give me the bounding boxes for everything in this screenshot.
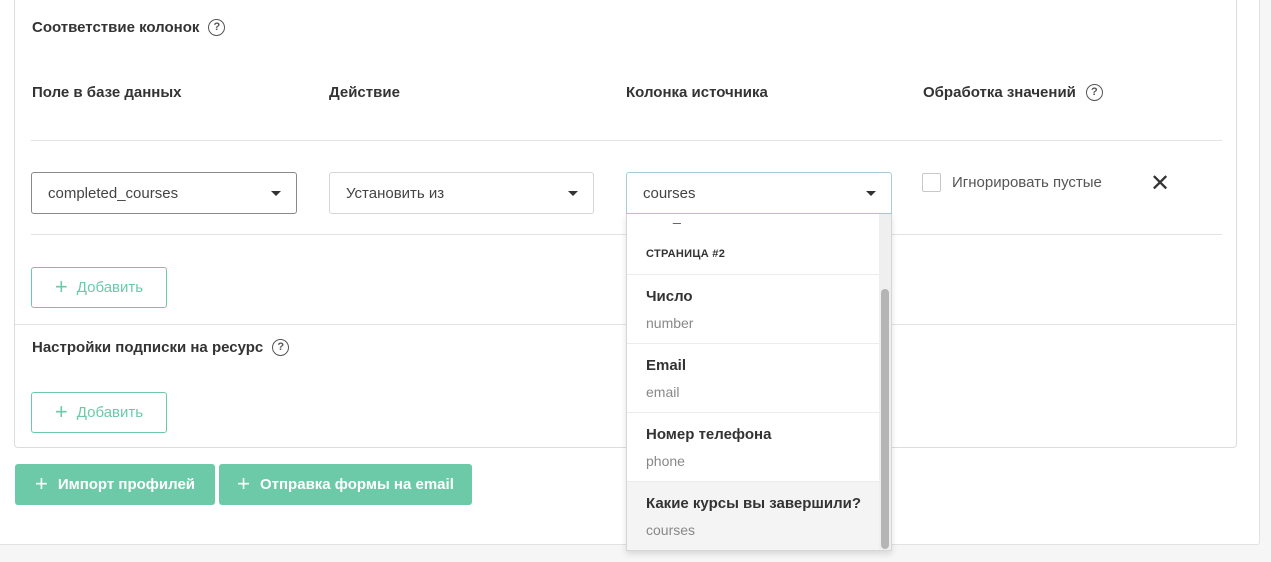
dropdown-group-label: СТРАНИЦА #2: [646, 248, 726, 260]
dropdown-scrollbar-thumb[interactable]: [881, 289, 889, 549]
divider: [31, 140, 1222, 141]
dropdown-scrollbar[interactable]: [879, 214, 891, 550]
ignore-empty-checkbox[interactable]: [922, 173, 941, 192]
dropdown-option-courses[interactable]: Какие курсы вы завершили? courses: [627, 481, 879, 550]
column-header-source-column: Колонка источника: [626, 84, 768, 101]
help-icon[interactable]: ?: [208, 19, 226, 36]
column-header-value-processing: Обработка значений ?: [923, 84, 1103, 101]
source-column-select[interactable]: courses: [626, 172, 892, 214]
caret-down-icon: [271, 191, 281, 196]
send-form-email-button[interactable]: + Отправка формы на email: [219, 464, 472, 505]
subscription-section-title: Настройки подписки на ресурс ?: [32, 339, 290, 356]
plus-icon: +: [54, 398, 68, 424]
source-column-dropdown: _ СТРАНИЦА #2 Число number Email email Н…: [626, 214, 892, 551]
import-profiles-button[interactable]: + Импорт профилей: [15, 464, 215, 505]
add-subscription-button[interactable]: + Добавить: [31, 392, 167, 433]
column-header-action: Действие: [329, 84, 400, 101]
column-header-db-field: Поле в базе данных: [32, 84, 182, 101]
action-select[interactable]: Установить из: [329, 172, 594, 214]
ignore-empty-option[interactable]: Игнорировать пустые: [922, 173, 1102, 192]
plus-icon: +: [34, 470, 48, 496]
add-mapping-button[interactable]: + Добавить: [31, 267, 167, 308]
plus-icon: +: [237, 470, 250, 496]
caret-down-icon: [568, 191, 578, 196]
plus-icon: +: [54, 273, 68, 299]
close-icon[interactable]: ✕: [1150, 172, 1170, 196]
help-icon[interactable]: ?: [272, 339, 290, 356]
partial-list-item[interactable]: _: [673, 214, 681, 224]
dropdown-option-number[interactable]: Число number: [627, 274, 879, 343]
db-field-select[interactable]: completed_courses: [31, 172, 297, 214]
mapping-section-title: Соответствие колонок ?: [32, 19, 226, 36]
dropdown-option-email[interactable]: Email email: [627, 343, 879, 412]
dropdown-option-phone[interactable]: Номер телефона phone: [627, 412, 879, 481]
caret-down-icon: [866, 191, 876, 196]
help-icon[interactable]: ?: [1085, 84, 1103, 101]
